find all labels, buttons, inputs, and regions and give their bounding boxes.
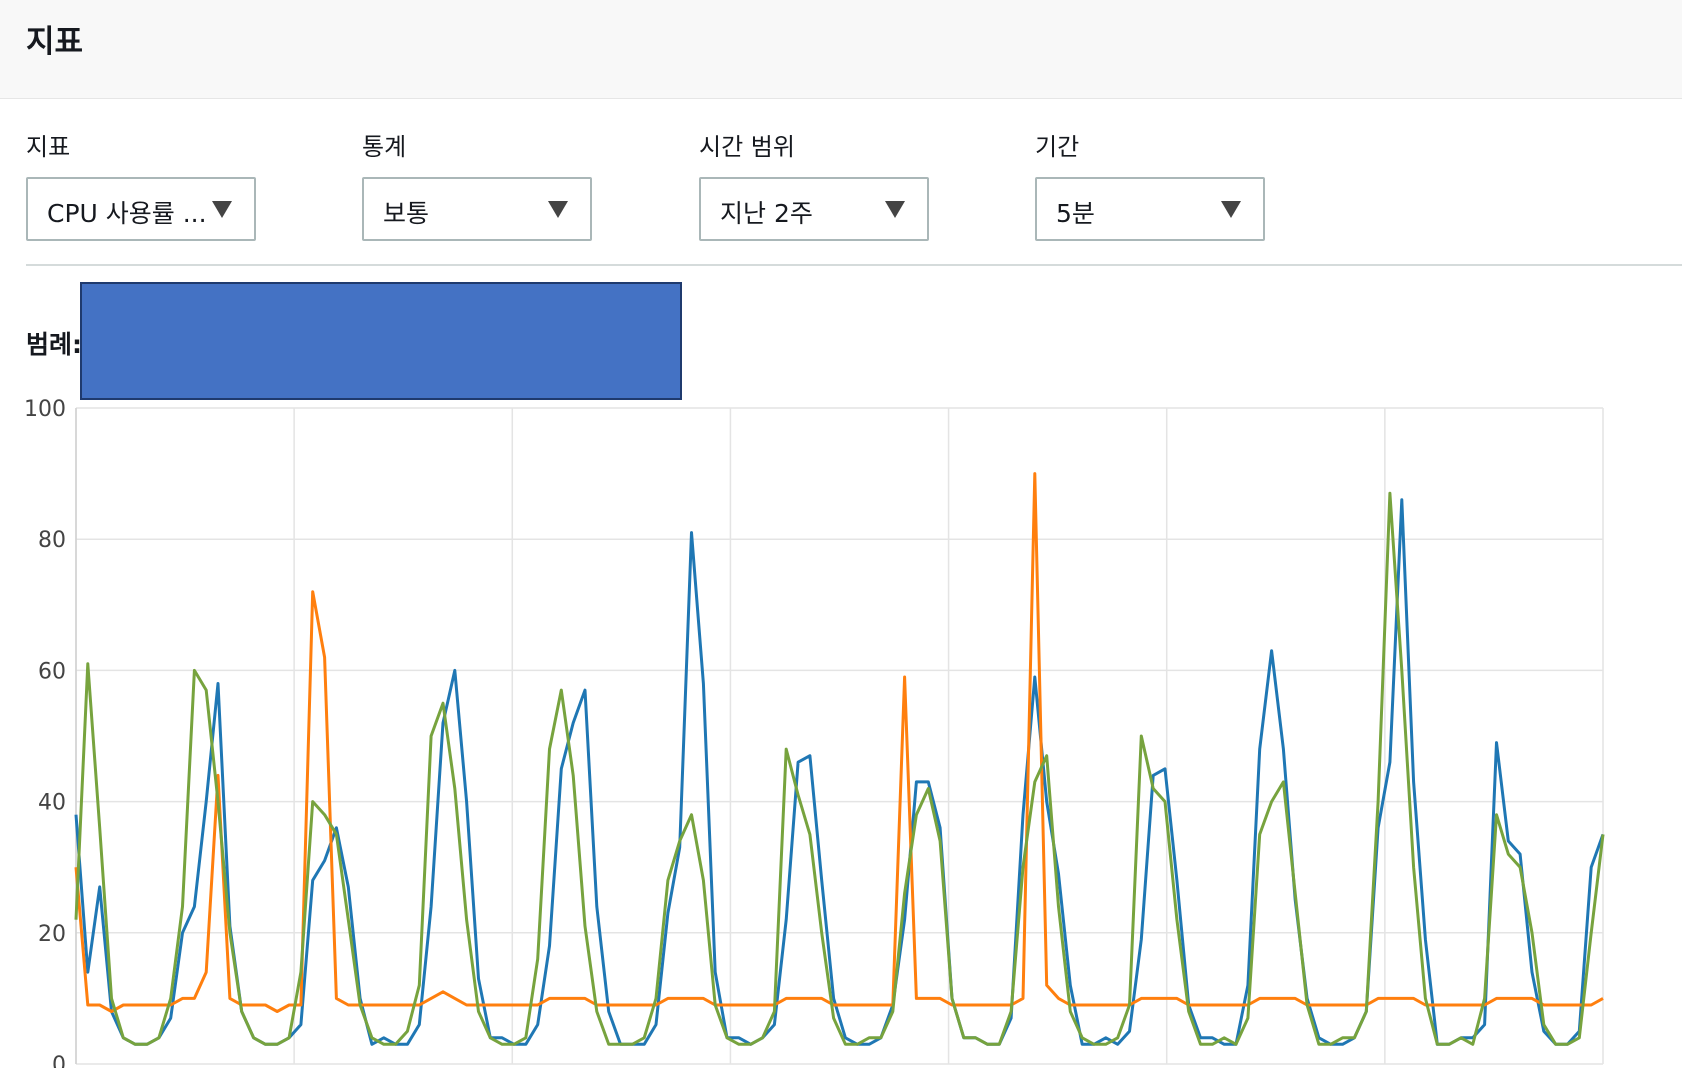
y-tick-label: 40 — [38, 791, 66, 816]
y-tick-label: 100 — [24, 397, 66, 422]
series-line-1 — [74, 498, 1605, 1046]
y-tick-label: 60 — [38, 659, 66, 684]
y-tick-label: 0 — [52, 1053, 66, 1068]
y-tick-label: 20 — [38, 922, 66, 947]
cpu-line-chart: 0 20 40 60 80 100 — [24, 397, 1605, 1068]
y-tick-label: 80 — [38, 528, 66, 553]
